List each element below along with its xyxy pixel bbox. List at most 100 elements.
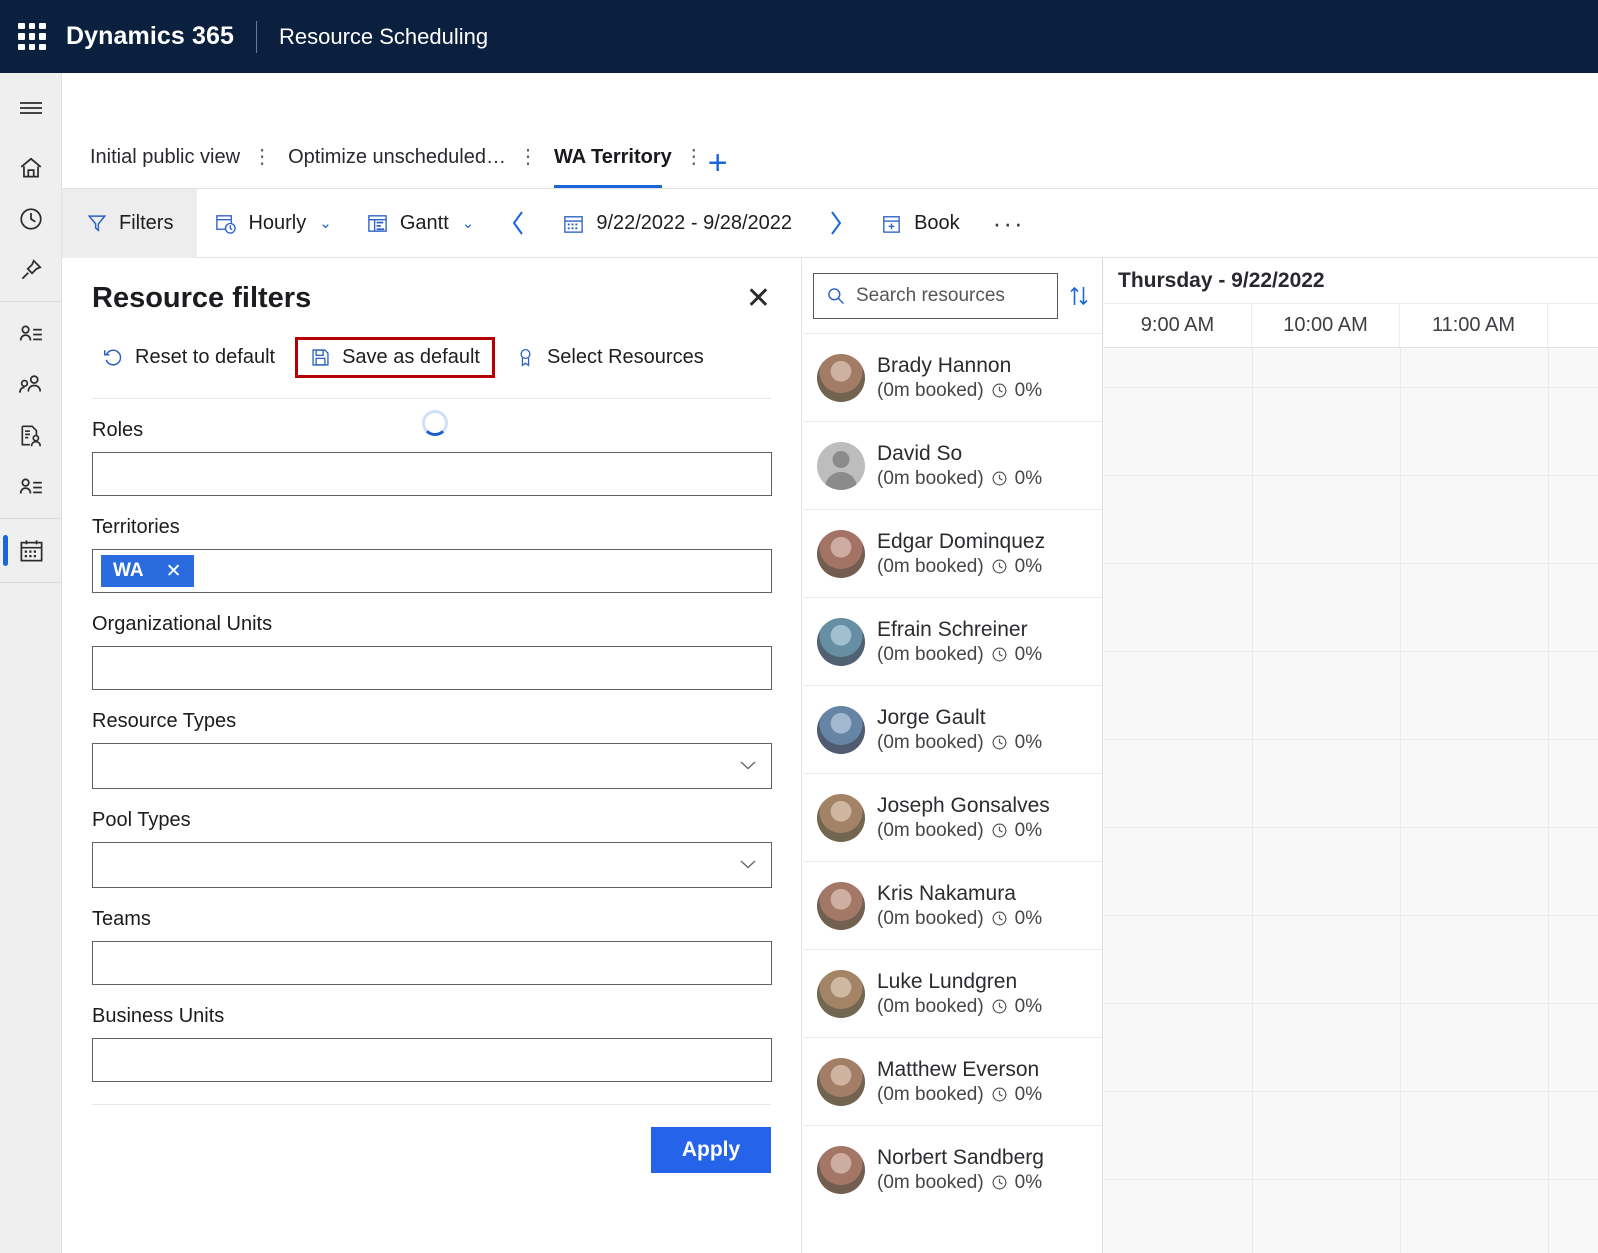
territory-tag[interactable]: WA ✕	[101, 555, 194, 587]
field-label: Pool Types	[92, 809, 771, 832]
sidebar-item-accounts[interactable]	[0, 308, 62, 359]
utilization-percent: 0%	[1015, 556, 1042, 578]
sort-resources-button[interactable]	[1064, 281, 1094, 311]
sidebar-item-resources[interactable]	[0, 461, 62, 512]
chevron-down-icon[interactable]: ⌄	[319, 214, 332, 232]
tab-overflow-icon[interactable]: ⋮	[672, 151, 692, 163]
chevron-down-icon[interactable]	[739, 855, 757, 875]
filter-field-teams: Teams	[92, 908, 771, 985]
resource-name: David So	[877, 441, 1042, 467]
more-commands-button[interactable]: ···	[977, 189, 1041, 258]
filter-field-organizational-units: Organizational Units	[92, 613, 771, 690]
panel-divider	[92, 398, 771, 399]
tab-initial-public-view[interactable]: Initial public view ⋮	[62, 126, 260, 188]
sidebar-item-contacts[interactable]	[0, 359, 62, 410]
clock-icon	[991, 558, 1008, 575]
select-resources-label: Select Resources	[547, 346, 704, 369]
clock-icon	[18, 206, 44, 232]
sidebar-item-recent[interactable]	[0, 193, 62, 244]
list-item[interactable]: Edgar Dominquez(0m booked) 0%	[803, 509, 1102, 597]
home-icon	[18, 155, 44, 181]
tab-overflow-icon[interactable]: ⋮	[506, 151, 526, 163]
select-resources-button[interactable]: Select Resources	[505, 337, 714, 378]
chevron-right-icon	[827, 209, 845, 237]
tab-overflow-icon[interactable]: ⋮	[240, 151, 260, 163]
resource-name: Edgar Dominquez	[877, 529, 1045, 555]
teams-input[interactable]	[92, 941, 772, 985]
booked-minutes: (0m booked)	[877, 556, 984, 578]
business-units-input[interactable]	[92, 1038, 772, 1082]
resource-name: Joseph Gonsalves	[877, 793, 1050, 819]
save-as-default-button[interactable]: Save as default	[295, 337, 495, 378]
utilization-percent: 0%	[1015, 380, 1042, 402]
pool-types-select[interactable]	[92, 842, 772, 888]
next-period-button[interactable]	[809, 189, 863, 258]
clock-icon	[991, 822, 1008, 839]
schedule-cells[interactable]	[1104, 348, 1598, 1253]
date-range-button[interactable]: 9/22/2022 - 9/28/2022	[545, 189, 809, 258]
sidebar-item-pinned[interactable]	[0, 244, 62, 295]
resource-types-select[interactable]	[92, 743, 772, 789]
list-item[interactable]: Norbert Sandberg(0m booked)0%	[803, 1125, 1102, 1213]
avatar	[817, 794, 865, 842]
grid-row-line	[1104, 651, 1598, 652]
panel-action-row: Reset to default Save as default Select …	[92, 337, 771, 378]
chevron-down-icon[interactable]: ⌄	[462, 214, 475, 232]
roles-input[interactable]	[92, 452, 772, 496]
hamburger-menu-icon	[18, 99, 44, 117]
list-item[interactable]: David So(0m booked)0%	[803, 421, 1102, 509]
calendar-icon	[18, 537, 45, 564]
avatar	[817, 882, 865, 930]
resource-utilization: (0m booked)0%	[877, 468, 1042, 490]
tab-label: Optimize unscheduled…	[288, 146, 506, 169]
sidebar-item-schedule-board[interactable]	[0, 525, 62, 576]
utilization-percent: 0%	[1015, 468, 1042, 490]
clock-icon	[991, 1086, 1008, 1103]
list-item[interactable]: Luke Lundgren(0m booked)0%	[803, 949, 1102, 1037]
field-label: Territories	[92, 516, 771, 539]
list-item[interactable]: Joseph Gonsalves(0m booked)0%	[803, 773, 1102, 861]
previous-period-button[interactable]	[491, 189, 545, 258]
apply-button[interactable]: Apply	[651, 1127, 771, 1173]
organizational-units-input[interactable]	[92, 646, 772, 690]
sidebar-item-work-orders[interactable]	[0, 410, 62, 461]
list-item[interactable]: Efrain Schreiner(0m booked)0%	[803, 597, 1102, 685]
close-icon[interactable]: ✕	[746, 284, 771, 314]
tab-optimize-unscheduled[interactable]: Optimize unscheduled… ⋮	[260, 126, 526, 188]
brand-title[interactable]: Dynamics 365	[66, 22, 256, 51]
sidebar-item-home[interactable]	[0, 142, 62, 193]
avatar	[817, 1146, 865, 1194]
schedule-grid: Thursday - 9/22/2022 9:00 AM10:00 AM11:0…	[1104, 258, 1598, 1253]
book-button[interactable]: Book	[863, 189, 977, 258]
resource-utilization: (0m booked)0%	[877, 1172, 1044, 1194]
reset-to-default-button[interactable]: Reset to default	[92, 337, 285, 378]
resource-name: Norbert Sandberg	[877, 1145, 1044, 1171]
search-input[interactable]	[856, 285, 1045, 307]
utilization-percent: 0%	[1015, 644, 1042, 666]
filters-button[interactable]: Filters	[62, 189, 197, 258]
gantt-view-icon	[366, 212, 389, 235]
avatar	[817, 442, 865, 490]
chevron-down-icon[interactable]	[739, 756, 757, 776]
grid-column-line	[1400, 348, 1401, 1253]
resource-search-row	[803, 258, 1102, 333]
app-name[interactable]: Resource Scheduling	[257, 24, 488, 50]
gantt-view-button[interactable]: Gantt ⌄	[349, 189, 492, 258]
list-item[interactable]: Matthew Everson(0m booked)0%	[803, 1037, 1102, 1125]
list-item[interactable]: Jorge Gault(0m booked)0%	[803, 685, 1102, 773]
schedule-time-header: 9:00 AM10:00 AM11:00 AM	[1104, 304, 1598, 348]
resource-utilization: (0m booked)0%	[877, 732, 1042, 754]
app-launcher-icon[interactable]	[18, 23, 46, 51]
tab-wa-territory[interactable]: WA Territory ⋮	[526, 126, 692, 188]
schedule-day-header: Thursday - 9/22/2022	[1104, 258, 1598, 304]
grid-row-line	[1104, 915, 1598, 916]
avatar	[817, 1058, 865, 1106]
site-map-toggle[interactable]	[0, 82, 62, 133]
territories-input[interactable]: WA ✕	[92, 549, 772, 593]
search-resources-box[interactable]	[813, 273, 1058, 319]
avatar	[817, 706, 865, 754]
remove-tag-icon[interactable]: ✕	[166, 560, 182, 583]
hourly-view-button[interactable]: Hourly ⌄	[197, 189, 348, 258]
list-item[interactable]: Kris Nakamura(0m booked)0%	[803, 861, 1102, 949]
list-item[interactable]: Brady Hannon(0m booked)0%	[803, 333, 1102, 421]
